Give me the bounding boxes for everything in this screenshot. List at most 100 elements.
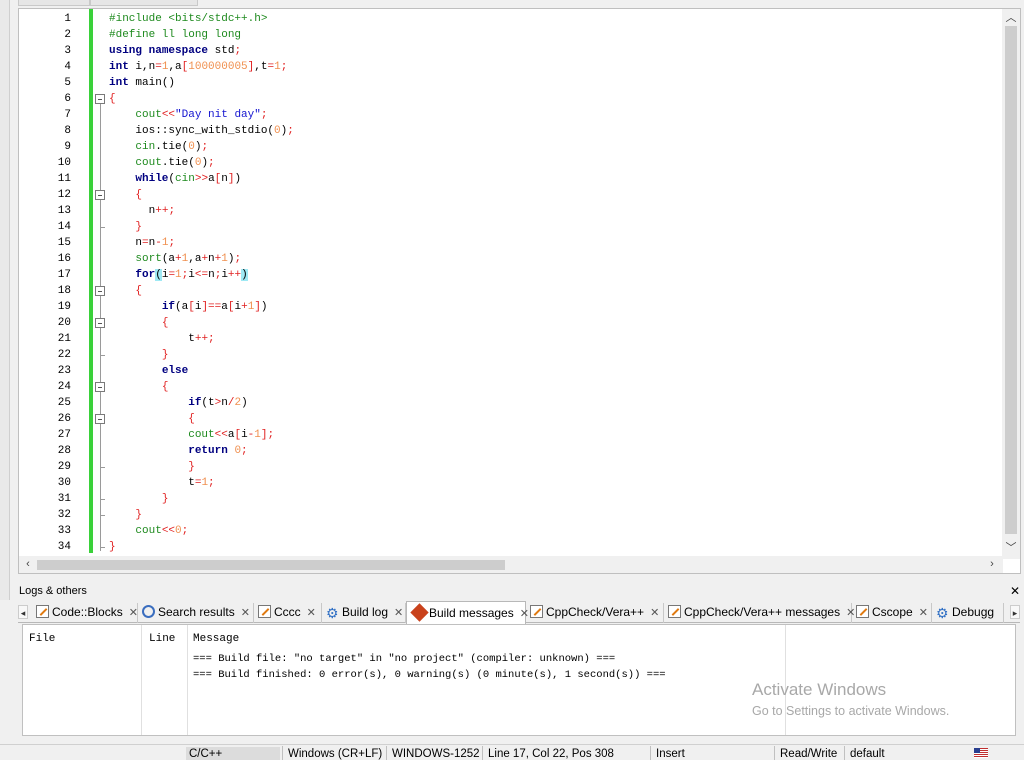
line-number[interactable]: 24 (19, 379, 71, 395)
code-line[interactable]: if(a[i]==a[i+1]) (109, 299, 268, 315)
horizontal-scrollbar[interactable]: ‹ › (19, 556, 1003, 573)
line-number[interactable]: 13 (19, 203, 71, 219)
code-line[interactable]: } (109, 539, 116, 555)
line-number[interactable]: 14 (19, 219, 71, 235)
line-number[interactable]: 6 (19, 91, 71, 107)
code-editor[interactable]: 1 2 3 4 5 6 7 8 9 10 11 12 13 14 15 16 17 18 19 20 21 22 23 24 2… (18, 8, 1021, 574)
code-line[interactable]: cout<<"Day nit day"; (109, 107, 267, 123)
logs-tab-code-blocks[interactable]: Code::Blocks ✕ (32, 603, 138, 623)
line-number[interactable]: 23 (19, 363, 71, 379)
code-line[interactable]: } (109, 459, 195, 475)
code-line[interactable]: cout<<a[i-1]; (109, 427, 274, 443)
code-line[interactable]: using namespace std; (109, 43, 241, 59)
code-line[interactable]: return 0; (109, 443, 247, 459)
code-line[interactable]: cout.tie(0); (109, 155, 214, 171)
close-tab-icon[interactable]: ✕ (650, 607, 659, 619)
logs-tab-build-messages[interactable]: Build messages ✕ (406, 601, 529, 624)
line-number[interactable]: 34 (19, 539, 71, 555)
code-line[interactable]: } (109, 347, 169, 363)
line-number[interactable]: 5 (19, 75, 71, 91)
close-tab-icon[interactable]: ✕ (307, 607, 316, 619)
line-number[interactable]: 19 (19, 299, 71, 315)
fold-toggle-icon[interactable] (95, 318, 105, 328)
code-line[interactable]: t++; (109, 331, 214, 347)
close-tab-icon[interactable]: ✕ (394, 607, 403, 619)
line-number[interactable]: 32 (19, 507, 71, 523)
scroll-down-icon[interactable]: ﹀ (1005, 541, 1017, 555)
scroll-left-icon[interactable]: ‹ (21, 557, 35, 571)
line-number[interactable]: 20 (19, 315, 71, 331)
code-line[interactable]: { (109, 91, 116, 107)
code-line[interactable]: { (109, 315, 169, 331)
scroll-up-icon[interactable]: ︿ (1005, 11, 1017, 25)
editor-tab-start-here[interactable] (18, 0, 90, 6)
logs-tab-build-log[interactable]: ⚙ Build log ✕ (322, 603, 406, 623)
line-number[interactable]: 3 (19, 43, 71, 59)
column-header-file[interactable]: File (29, 633, 55, 645)
tab-scroll-left-icon[interactable]: ◂ (18, 605, 28, 619)
code-line[interactable]: n=n-1; (109, 235, 175, 251)
line-number[interactable]: 28 (19, 443, 71, 459)
code-line[interactable]: ios::sync_with_stdio(0); (109, 123, 293, 139)
code-line[interactable]: } (109, 507, 142, 523)
code-line[interactable]: while(cin>>a[n]) (109, 171, 241, 187)
code-line[interactable]: #define ll long long (109, 27, 241, 43)
logs-tab-cppcheck-vera[interactable]: CppCheck/Vera++ ✕ (526, 603, 664, 623)
line-number[interactable]: 15 (19, 235, 71, 251)
line-number[interactable]: 7 (19, 107, 71, 123)
fold-toggle-icon[interactable] (95, 190, 105, 200)
code-line[interactable]: } (109, 219, 142, 235)
logs-tab-cscope[interactable]: Cscope ✕ (852, 603, 932, 623)
fold-toggle-icon[interactable] (95, 286, 105, 296)
line-number[interactable]: 9 (19, 139, 71, 155)
code-line[interactable]: cout<<0; (109, 523, 188, 539)
code-line[interactable]: int i,n=1,a[100000005],t=1; (109, 59, 287, 75)
code-line[interactable]: cin.tie(0); (109, 139, 208, 155)
line-number[interactable]: 27 (19, 427, 71, 443)
close-tab-icon[interactable]: ✕ (919, 607, 928, 619)
editor-tab-current-file[interactable] (90, 0, 198, 6)
vertical-scroll-thumb[interactable] (1005, 26, 1017, 534)
logs-tab-debugg[interactable]: ⚙ Debugg (932, 603, 1004, 623)
fold-toggle-icon[interactable] (95, 94, 105, 104)
close-tab-icon[interactable]: ✕ (241, 607, 250, 619)
tab-scroll-right-icon[interactable]: ▸ (1010, 605, 1020, 619)
horizontal-scroll-thumb[interactable] (37, 560, 505, 570)
code-line[interactable]: n++; (109, 203, 175, 219)
close-icon[interactable]: ✕ (1010, 584, 1020, 598)
code-line[interactable]: sort(a+1,a+n+1); (109, 251, 241, 267)
line-number[interactable]: 29 (19, 459, 71, 475)
scroll-right-icon[interactable]: › (985, 557, 999, 571)
line-number[interactable]: 8 (19, 123, 71, 139)
line-number[interactable]: 10 (19, 155, 71, 171)
code-line[interactable]: int main() (109, 75, 175, 91)
column-header-message[interactable]: Message (193, 633, 239, 645)
vertical-scrollbar[interactable]: ︿ ﹀ (1002, 9, 1020, 559)
code-line[interactable]: for(i=1;i<=n;i++) (109, 267, 248, 283)
line-number[interactable]: 4 (19, 59, 71, 75)
code-line[interactable]: { (109, 187, 142, 203)
logs-tab-cppcheck-vera-messages[interactable]: CppCheck/Vera++ messages ✕ (664, 603, 855, 623)
logs-tab-cccc[interactable]: Cccc ✕ (254, 603, 322, 623)
fold-margin[interactable] (93, 9, 109, 559)
code-text[interactable]: #include <bits/stdc++.h> #define ll long … (109, 9, 989, 559)
code-line[interactable]: else (109, 363, 188, 379)
line-number[interactable]: 30 (19, 475, 71, 491)
line-number[interactable]: 1 (19, 11, 71, 27)
code-line[interactable]: } (109, 491, 169, 507)
line-number[interactable]: 33 (19, 523, 71, 539)
close-tab-icon[interactable]: ✕ (129, 607, 138, 619)
line-number[interactable]: 25 (19, 395, 71, 411)
fold-toggle-icon[interactable] (95, 414, 105, 424)
fold-toggle-icon[interactable] (95, 382, 105, 392)
line-number[interactable]: 2 (19, 27, 71, 43)
code-line[interactable]: { (109, 379, 169, 395)
line-number[interactable]: 22 (19, 347, 71, 363)
line-number[interactable]: 12 (19, 187, 71, 203)
line-number[interactable]: 31 (19, 491, 71, 507)
build-message-row[interactable]: === Build file: "no target" in "no proje… (193, 653, 615, 665)
line-number[interactable]: 26 (19, 411, 71, 427)
line-number[interactable]: 11 (19, 171, 71, 187)
line-number[interactable]: 16 (19, 251, 71, 267)
line-number[interactable]: 17 (19, 267, 71, 283)
